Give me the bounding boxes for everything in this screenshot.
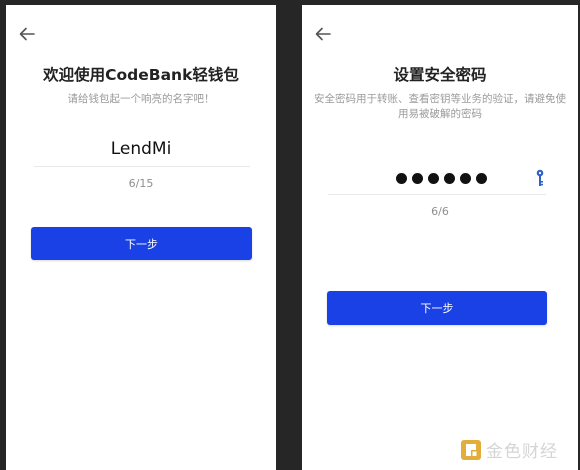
input-underline <box>328 194 546 195</box>
password-dot <box>396 173 407 184</box>
key-icon[interactable] <box>535 169 545 187</box>
password-dot <box>444 173 455 184</box>
page-title: 设置安全密码 <box>393 66 487 84</box>
character-counter: 6/15 <box>128 177 154 190</box>
password-dot <box>476 173 487 184</box>
password-dot <box>460 173 471 184</box>
next-button[interactable]: 下一步 <box>31 227 252 260</box>
back-arrow-icon[interactable] <box>314 25 332 43</box>
page-subtitle: 安全密码用于转账、查看密钥等业务的验证，请避免使用易被破解的密码 <box>314 93 566 120</box>
password-dot <box>412 173 423 184</box>
next-button[interactable]: 下一步 <box>327 291 547 325</box>
password-dot <box>428 173 439 184</box>
watermark: 金色财经 <box>460 437 558 462</box>
watermark-text: 金色财经 <box>486 442 558 462</box>
set-password-screen: 设置安全密码 安全密码用于转账、查看密钥等业务的验证，请避免使用易被破解的密码 … <box>302 5 578 470</box>
page-title: 欢迎使用CodeBank轻钱包 <box>43 66 239 84</box>
page-subtitle: 请给钱包起一个响亮的名字吧！ <box>67 93 215 105</box>
jinse-logo-icon <box>461 439 481 460</box>
input-underline <box>34 166 250 167</box>
password-input[interactable] <box>396 173 487 184</box>
character-counter: 6/6 <box>431 205 449 218</box>
wallet-name-input[interactable]: LendMi <box>6 139 276 159</box>
wallet-name-screen: 欢迎使用CodeBank轻钱包 请给钱包起一个响亮的名字吧！ LendMi 6/… <box>6 5 276 470</box>
back-arrow-icon[interactable] <box>18 25 36 43</box>
